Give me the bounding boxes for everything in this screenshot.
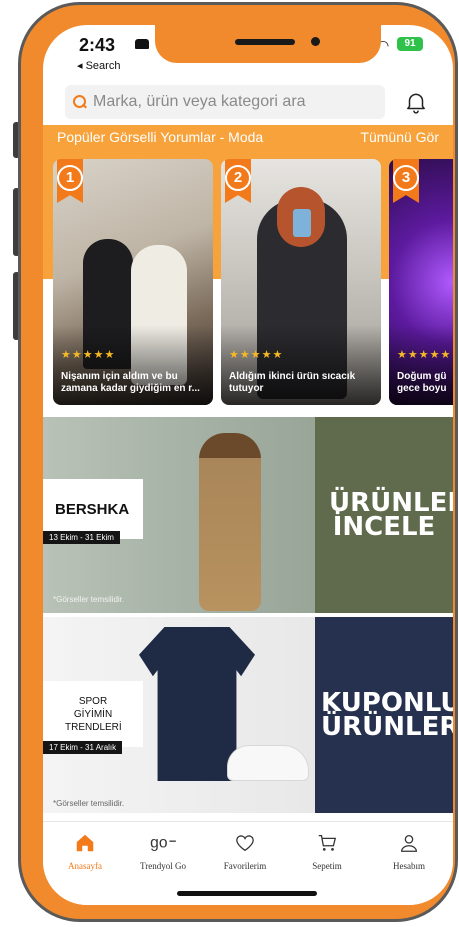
nav-label: Anasayfa: [68, 861, 102, 871]
dynamic-notch: [155, 25, 381, 63]
nav-item-account[interactable]: Hesabım: [373, 832, 445, 871]
review-card[interactable]: 2 ★★★★★ Aldığım ikinci ürün sıcacık tutu…: [221, 159, 381, 405]
speaker-grill: [235, 39, 295, 45]
see-all-link[interactable]: Tümünü Gör: [360, 129, 439, 145]
bell-icon[interactable]: [403, 89, 429, 115]
nav-label: Hesabım: [393, 861, 425, 871]
search-input[interactable]: [93, 93, 373, 111]
rating-stars: ★★★★★: [397, 349, 452, 361]
phone-frame: 2:43 ◂ Search .ıl ◠ 91 Popüler Görselli …: [18, 2, 458, 922]
nav-label: Trendyol Go: [140, 861, 186, 871]
popular-reviews-header: Popüler Görselli Yorumlar - Moda Tümünü …: [43, 125, 453, 149]
image-disclaimer: *Görseller temsilidir.: [53, 595, 125, 604]
cart-icon: [318, 835, 337, 851]
review-caption: Aldığım ikinci ürün sıcacık tutuyor: [229, 371, 356, 394]
brand-name: SPOR GİYİMİN TRENDLERİ: [65, 695, 122, 733]
nav-label: Favorilerim: [223, 861, 267, 871]
banner-model-figure: [199, 433, 261, 611]
camera-dot: [311, 37, 320, 46]
rank-badge: 3: [393, 159, 419, 203]
review-caption: Nişanım için aldım ve bu zamana kadar gi…: [61, 371, 200, 394]
app-screen: 2:43 ◂ Search .ıl ◠ 91 Popüler Görselli …: [43, 25, 453, 905]
banner-cta[interactable]: ÜRÜNLERİ İNCELE: [315, 417, 453, 613]
nav-item-cart[interactable]: Sepetim: [291, 832, 363, 871]
campaign-banner[interactable]: BERSHKA 13 Ekim - 31 Ekim *Görseller tem…: [43, 417, 453, 613]
go-icon: go: [150, 835, 176, 852]
banner-cta-text: KUPONLU ÜRÜNLER: [321, 688, 453, 742]
review-card[interactable]: 1 ★★★★★ Nişanım için aldım ve bu zamana …: [53, 159, 213, 405]
heart-icon: [236, 835, 254, 852]
rank-badge: 1: [57, 159, 83, 203]
banner-image: BERSHKA 13 Ekim - 31 Ekim *Görseller tem…: [43, 417, 315, 613]
brand-name: BERSHKA: [55, 500, 130, 518]
back-to-search-link[interactable]: ◂ Search: [77, 59, 120, 72]
search-box[interactable]: [65, 85, 385, 119]
home-indicator[interactable]: [177, 891, 317, 896]
home-icon: [76, 834, 94, 852]
banner-cta[interactable]: KUPONLU ÜRÜNLER: [315, 617, 453, 813]
image-disclaimer: *Görseller temsilidir.: [53, 799, 125, 808]
battery-indicator: 91: [397, 37, 423, 51]
nav-item-trendyol-go[interactable]: go Trendyol Go: [127, 832, 199, 871]
search-icon: [73, 95, 87, 109]
svg-text:go: go: [150, 835, 168, 852]
banner-cta-text: ÜRÜNLERİ İNCELE: [329, 488, 453, 542]
brand-label-box: BERSHKA: [43, 479, 143, 539]
campaign-banner[interactable]: SPOR GİYİMİN TRENDLERİ 17 Ekim - 31 Aral…: [43, 617, 453, 813]
user-icon: [401, 835, 417, 852]
brand-label-box: SPOR GİYİMİN TRENDLERİ: [43, 681, 143, 747]
banner-image: SPOR GİYİMİN TRENDLERİ 17 Ekim - 31 Aral…: [43, 617, 315, 813]
status-time: 2:43: [79, 35, 116, 55]
rating-stars: ★★★★★: [61, 349, 116, 361]
review-card[interactable]: 3 ★★★★★ Doğum gü gece boyu: [389, 159, 453, 405]
banner-sneaker: [227, 745, 309, 781]
review-photo-phone: [293, 209, 311, 237]
search-row: [43, 83, 453, 123]
popular-reviews-carousel[interactable]: 1 ★★★★★ Nişanım için aldım ve bu zamana …: [43, 149, 453, 417]
popular-reviews-title: Popüler Görselli Yorumlar - Moda: [57, 129, 264, 145]
campaign-dates: 17 Ekim - 31 Aralık: [43, 741, 123, 754]
nav-label: Sepetim: [312, 861, 342, 871]
rating-stars: ★★★★★: [229, 349, 284, 361]
car-icon: [135, 39, 149, 49]
nav-item-favorites[interactable]: Favorilerim: [209, 832, 281, 871]
rank-badge: 2: [225, 159, 251, 203]
campaign-dates: 13 Ekim - 31 Ekim: [43, 531, 120, 544]
nav-item-home[interactable]: Anasayfa: [49, 832, 121, 871]
review-caption: Doğum gü gece boyu: [397, 371, 447, 394]
